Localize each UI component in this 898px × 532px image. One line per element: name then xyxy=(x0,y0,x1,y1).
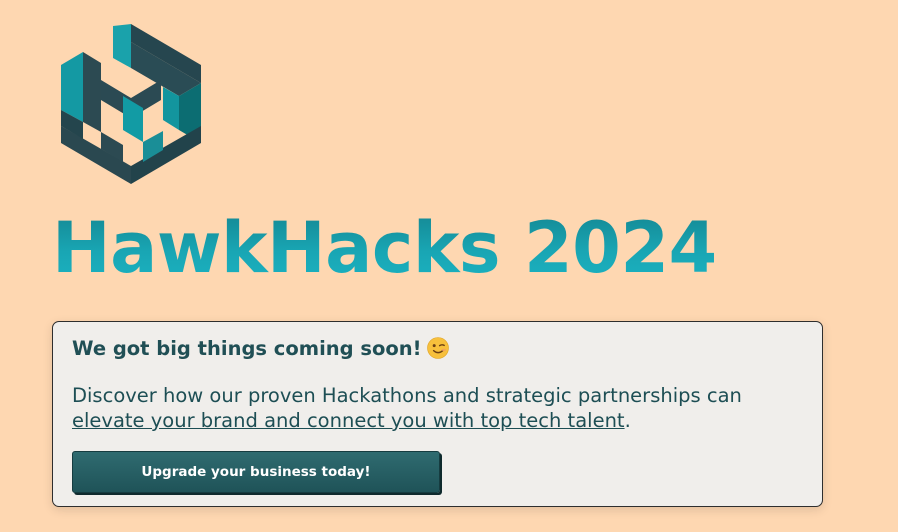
hawkhacks-logo-icon xyxy=(58,22,204,186)
winking-face-icon xyxy=(426,337,449,359)
paragraph-end: . xyxy=(624,409,631,432)
elevate-brand-link[interactable]: elevate your brand and connect you with … xyxy=(72,409,625,432)
card-headline: We got big things coming soon! xyxy=(72,336,449,362)
upgrade-business-button[interactable]: Upgrade your business today! xyxy=(72,451,440,493)
paragraph-text: Discover how our proven Hackathons and s… xyxy=(72,384,742,407)
headline-text: We got big things coming soon! xyxy=(72,337,422,360)
card-paragraph: Discover how our proven Hackathons and s… xyxy=(72,383,792,433)
upgrade-button-label: Upgrade your business today! xyxy=(141,464,371,480)
announcement-card: We got big things coming soon! Discover … xyxy=(52,321,823,507)
page-title: HawkHacks 2024 xyxy=(52,207,717,289)
